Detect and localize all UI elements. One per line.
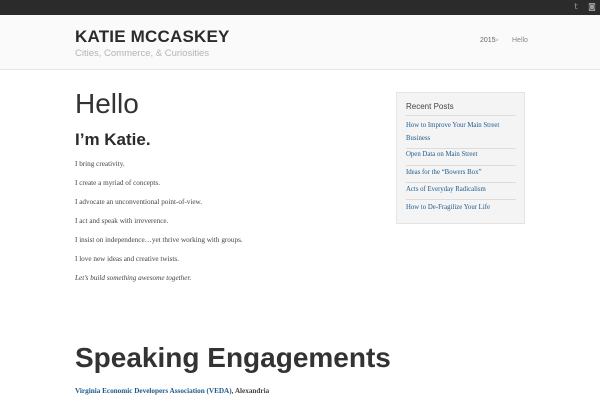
site-header: KATIE MCCASKEY Cities, Commerce, & Curio… [0,15,600,70]
intro-line: I act and speak with irreverence. [75,217,169,225]
recent-posts-widget: Recent Posts How to Improve Your Main St… [396,92,525,224]
breadcrumb-current[interactable]: Hello [512,37,528,44]
speaking-item-location: , Alexandria [231,387,270,395]
site-title[interactable]: KATIE MCCASKEY [75,27,230,47]
speaking-engagements-heading: Speaking Engagements [75,342,391,373]
intro-line: I insist on independence…yet thrive work… [75,236,243,244]
page-subtitle: I’m Katie. [75,130,151,149]
recent-post-link[interactable]: Open Data on Main Street [406,149,518,162]
speaking-item: Virginia Economic Developers Association… [75,387,269,395]
intro-line: I advocate an unconventional point-of-vi… [75,198,203,206]
recent-post-link[interactable]: How to De-Fragilize Your Life [406,202,518,215]
widget-divider [406,182,516,183]
instagram-icon[interactable]: ◙ [587,2,597,12]
widget-divider [406,115,516,116]
call-to-action-line: Let’s build something awesome together. [75,274,192,282]
recent-post-link[interactable]: Acts of Everyday Radicalism [406,184,518,197]
widget-title: Recent Posts [406,102,454,111]
breadcrumb-year[interactable]: 2015 [480,37,496,44]
site-tagline: Cities, Commerce, & Curiosities [75,48,210,59]
twitter-icon[interactable]: t [571,2,581,12]
intro-line: I love new ideas and creative twists. [75,255,179,263]
speaking-item-link[interactable]: Virginia Economic Developers Association… [75,387,232,395]
widget-divider [406,199,516,200]
breadcrumb-separator-icon: > [495,38,499,44]
page-title: Hello [75,88,139,119]
intro-line: I bring creativity. [75,160,125,168]
intro-line: I create a myriad of concepts. [75,179,161,187]
recent-post-link[interactable]: How to Improve Your Main Street Business [406,120,518,145]
top-bar: t ◙ [0,0,600,15]
recent-post-link[interactable]: Ideas for the “Bowers Box” [406,167,518,180]
widget-divider [406,165,516,166]
